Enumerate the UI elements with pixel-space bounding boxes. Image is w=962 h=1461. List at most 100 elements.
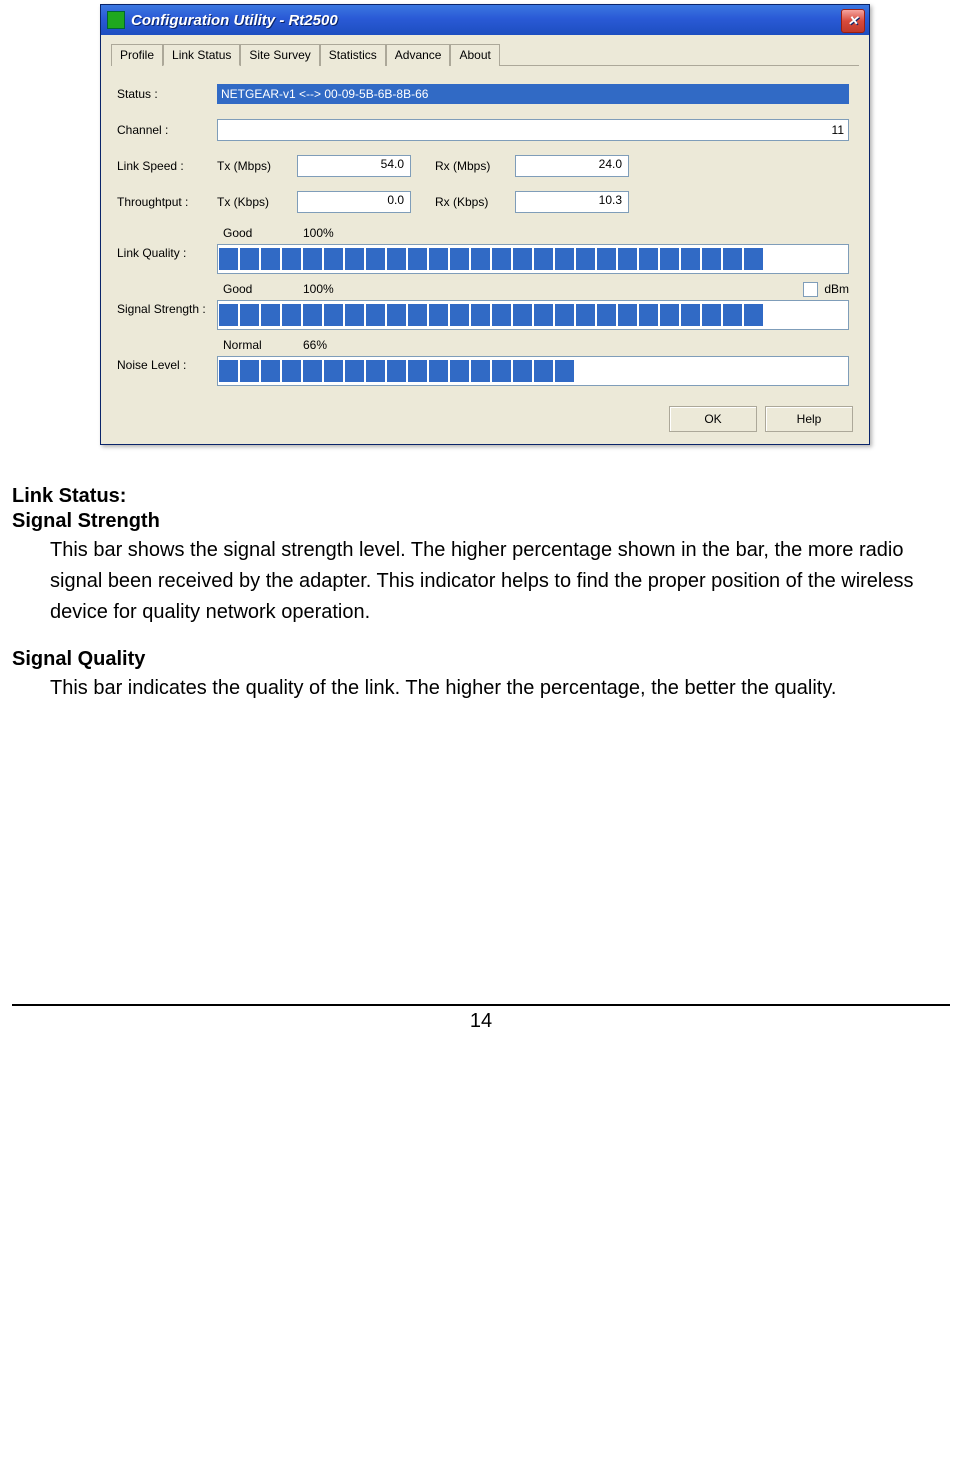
meter-segment [429,304,448,326]
titlebar: Configuration Utility - Rt2500 ✕ [101,5,869,35]
tab-bar: Profile Link Status Site Survey Statisti… [111,43,859,66]
tab-profile[interactable]: Profile [111,44,163,66]
meter-segment [513,248,532,270]
close-icon: ✕ [848,13,859,29]
meter-segment [597,304,616,326]
throughput-row: Throughtput : Tx (Kbps) 0.0 Rx (Kbps) 10… [117,188,853,216]
noise-level-bar [217,356,849,386]
link-quality-percent: 100% [303,226,363,240]
meter-segment [282,304,301,326]
tab-statistics[interactable]: Statistics [320,44,386,66]
window-body: Profile Link Status Site Survey Statisti… [101,35,869,444]
throughput-label: Throughtput : [117,195,217,209]
meter-segment [597,248,616,270]
meter-segment [429,360,448,382]
signal-strength-percent: 100% [303,282,363,296]
channel-field[interactable]: 11 [217,119,849,141]
link-quality-rating: Good [223,226,303,240]
meter-segment [219,304,238,326]
meter-segment [408,360,427,382]
status-field[interactable]: NETGEAR-v1 <--> 00-09-5B-6B-8B-66 [217,84,849,104]
meter-segment [555,360,574,382]
meter-segment [303,360,322,382]
meter-segment [639,248,658,270]
dbm-checkbox[interactable] [803,282,818,297]
close-button[interactable]: ✕ [841,9,865,33]
tab-site-survey[interactable]: Site Survey [240,44,319,66]
meter-segment [660,248,679,270]
meter-segment [555,304,574,326]
link-quality-label: Link Quality : [117,224,217,260]
meter-segment [702,248,721,270]
meter-segment [429,248,448,270]
help-button[interactable]: Help [765,406,853,432]
meter-segment [534,360,553,382]
config-utility-window: Configuration Utility - Rt2500 ✕ Profile… [100,4,870,445]
meter-segment [534,248,553,270]
signal-strength-header: Good 100% dBm [217,280,849,298]
document-text: Link Status: Signal Strength This bar sh… [12,445,950,704]
para-signal-strength: This bar shows the signal strength level… [12,535,950,628]
meter-segment [450,360,469,382]
window-title: Configuration Utility - Rt2500 [131,12,338,29]
noise-level-label: Noise Level : [117,336,217,372]
throughput-rx-field[interactable]: 10.3 [515,191,629,213]
channel-label: Channel : [117,123,217,137]
linkspeed-tx-field[interactable]: 54.0 [297,155,411,177]
meter-segment [492,304,511,326]
dialog-screenshot: Configuration Utility - Rt2500 ✕ Profile… [100,4,870,445]
rx-mbps-label: Rx (Mbps) [435,159,515,173]
meter-segment [471,360,490,382]
meter-segment [282,360,301,382]
meter-segment [744,248,763,270]
meter-segment [450,248,469,270]
meter-segment [324,360,343,382]
signal-strength-block: Signal Strength : Good 100% dBm [117,280,853,330]
link-quality-bar [217,244,849,274]
status-label: Status : [117,87,217,101]
meter-segment [450,304,469,326]
page-number: 14 [470,1010,492,1032]
meter-segment [345,304,364,326]
signal-strength-rating: Good [223,282,303,296]
meter-segment [618,304,637,326]
meter-segment [240,360,259,382]
dbm-label: dBm [824,282,849,296]
meter-segment [471,304,490,326]
rx-kbps-label: Rx (Kbps) [435,195,515,209]
tx-kbps-label: Tx (Kbps) [217,195,297,209]
meter-segment [702,304,721,326]
meter-segment [618,248,637,270]
meter-segment [576,304,595,326]
meter-segment [723,248,742,270]
meter-segment [387,248,406,270]
meter-segment [345,248,364,270]
meter-segment [366,248,385,270]
meter-segment [282,248,301,270]
noise-level-block: Noise Level : Normal 66% [117,336,853,386]
meter-segment [387,360,406,382]
meter-segment [660,304,679,326]
meter-segment [513,360,532,382]
form-area: Status : NETGEAR-v1 <--> 00-09-5B-6B-8B-… [111,76,859,386]
meter-segment [240,304,259,326]
meter-segment [303,304,322,326]
signal-strength-label: Signal Strength : [117,280,217,316]
throughput-tx-field[interactable]: 0.0 [297,191,411,213]
para-signal-quality: This bar indicates the quality of the li… [12,673,950,704]
tab-advance[interactable]: Advance [386,44,451,66]
linkspeed-label: Link Speed : [117,159,217,173]
meter-segment [492,360,511,382]
meter-segment [303,248,322,270]
link-quality-header: Good 100% [217,224,849,242]
meter-segment [366,360,385,382]
linkspeed-rx-field[interactable]: 24.0 [515,155,629,177]
tab-link-status[interactable]: Link Status [163,44,240,66]
meter-segment [534,304,553,326]
app-icon [107,11,125,29]
ok-button[interactable]: OK [669,406,757,432]
tab-about[interactable]: About [450,44,499,66]
meter-segment [240,248,259,270]
meter-segment [576,248,595,270]
meter-segment [219,248,238,270]
